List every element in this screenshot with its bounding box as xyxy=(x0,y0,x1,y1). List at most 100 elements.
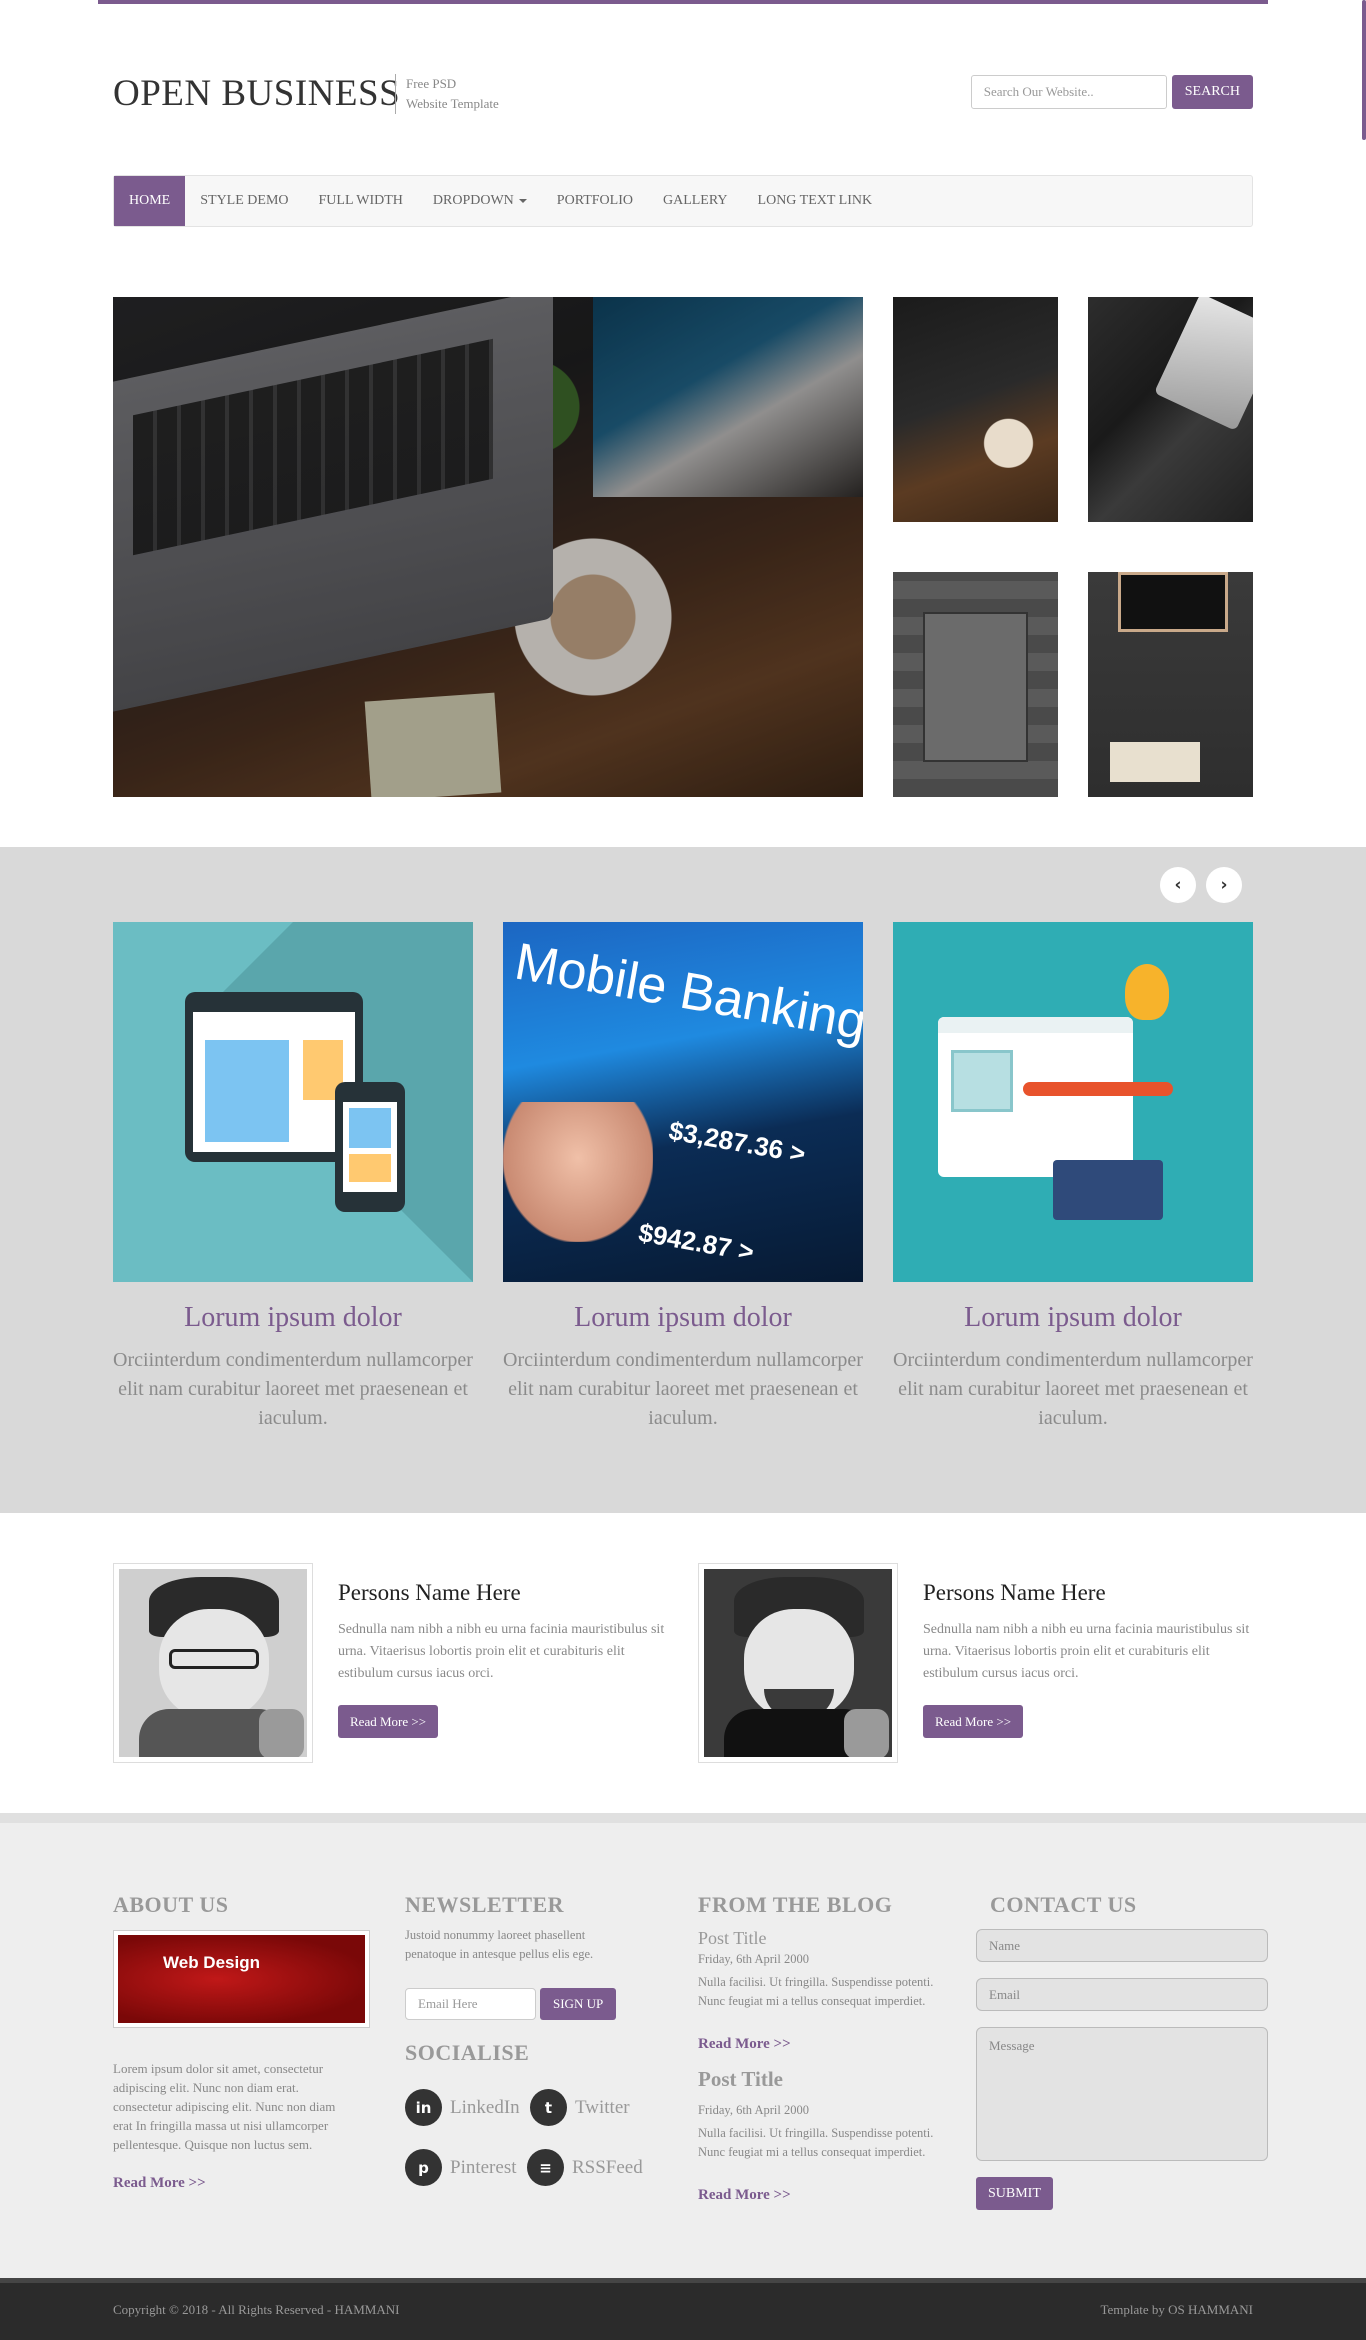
social-link-rss[interactable]: ≡ RSSFeed xyxy=(527,2149,643,2186)
person-read-more-button-2[interactable]: Read More >> xyxy=(923,1705,1024,1738)
amount-1-text: $3,287.36 > xyxy=(666,1115,808,1169)
table-shape xyxy=(923,612,1028,762)
blog-post-title-1[interactable]: Post Title xyxy=(698,1928,767,1949)
socialise-heading: SOCIALISE xyxy=(405,2040,530,2065)
nav-item-dropdown-label: DROPDOWN xyxy=(432,193,514,208)
thumbs-up-icon xyxy=(259,1709,304,1757)
person-read-more-button-1[interactable]: Read More >> xyxy=(338,1705,439,1738)
rss-icon: ≡ xyxy=(527,2149,564,2186)
blog-post-date-1: Friday, 6th April 2000 xyxy=(698,1952,809,1966)
person-text-2: Sednulla nam nibh a nibh eu urna facinia… xyxy=(923,1622,1250,1681)
person-avatar-1 xyxy=(113,1563,313,1763)
search-form: SEARCH xyxy=(970,75,1253,109)
about-image-art: Web Design xyxy=(118,1935,365,2023)
about-heading: ABOUT US xyxy=(113,1892,229,1917)
social-label: LinkedIn xyxy=(450,2096,520,2118)
search-button[interactable]: SEARCH xyxy=(1171,75,1253,109)
nav-item-portfolio[interactable]: PORTFOLIO xyxy=(542,176,648,226)
mobile-banking-text: Mobile Banking xyxy=(510,932,863,1052)
hero-overlay xyxy=(113,297,863,797)
keyboard-shape xyxy=(1053,1160,1163,1220)
newsletter-signup-button[interactable]: SIGN UP xyxy=(540,1988,617,2020)
feature-text-1: Orciinterdum condimenterdum nullamcorper… xyxy=(113,1349,473,1429)
nav-item-full-width[interactable]: FULL WIDTH xyxy=(304,176,418,226)
newsletter-email-input[interactable] xyxy=(405,1988,536,2020)
social-label: RSSFeed xyxy=(572,2156,643,2178)
feature-title-2: Lorum ipsum dolor xyxy=(574,1302,792,1333)
blog-read-more-link-1[interactable]: Read More >> xyxy=(698,2036,791,2053)
image-placeholder-shape xyxy=(951,1050,1013,1112)
browser-bar-shape xyxy=(938,1017,1133,1033)
feature-text-3: Orciinterdum condimenterdum nullamcorper… xyxy=(893,1349,1253,1429)
newsletter-text: Justoid nonummy laoreet phasellent penat… xyxy=(405,1928,594,1961)
contact-name-field[interactable] xyxy=(976,1929,1268,1962)
person-text-1: Sednulla nam nibh a nibh eu urna facinia… xyxy=(338,1622,665,1681)
phone-block-orange xyxy=(349,1154,391,1182)
person-name-1: Persons Name Here xyxy=(338,1580,521,1605)
monitor-shape xyxy=(1118,572,1228,632)
carousel-prev-button[interactable]: ‹ xyxy=(1160,867,1196,903)
social-label: Twitter xyxy=(575,2096,630,2118)
pinterest-icon: p xyxy=(405,2149,442,2186)
main-nav: HOME STYLE DEMO FULL WIDTH DROPDOWN PORT… xyxy=(113,175,1253,227)
about-text: Lorem ipsum dolor sit amet, consectetur … xyxy=(113,2061,336,2152)
social-link-twitter[interactable]: t Twitter xyxy=(530,2089,630,2126)
thumbs-up-icon xyxy=(844,1709,889,1757)
site-tagline: Free PSD Website Template xyxy=(395,74,499,114)
blog-post-text-2: Nulla facilisi. Ut fringilla. Suspendiss… xyxy=(698,2126,934,2159)
nav-item-home[interactable]: HOME xyxy=(114,176,186,226)
screen-block-blue xyxy=(205,1040,289,1142)
about-read-more-link[interactable]: Read More >> xyxy=(113,2175,206,2192)
tagline-line-1: Free PSD xyxy=(406,76,457,91)
feature-image-web-idea[interactable] xyxy=(893,922,1253,1282)
feature-title-1: Lorum ipsum dolor xyxy=(184,1302,402,1333)
contact-message-field[interactable] xyxy=(976,2027,1268,2161)
copyright-text: Copyright © 2018 - All Rights Reserved -… xyxy=(113,2302,400,2317)
social-link-pinterest[interactable]: p Pinterest xyxy=(405,2149,517,2186)
social-label: Pinterest xyxy=(450,2156,517,2178)
pen-shape xyxy=(1023,1082,1173,1096)
linkedin-icon: in xyxy=(405,2089,442,2126)
keyboard-shape xyxy=(1110,742,1200,782)
newsletter-heading: NEWSLETTER xyxy=(405,1892,565,1917)
chevron-right-icon: › xyxy=(1220,875,1228,895)
tagline-line-2: Website Template xyxy=(406,96,499,111)
about-image-text: Web Design xyxy=(163,1953,260,1972)
social-link-linkedin[interactable]: in LinkedIn xyxy=(405,2089,520,2126)
person-avatar-2 xyxy=(698,1563,898,1763)
gallery-thumb-laptop-dark[interactable] xyxy=(1088,297,1253,522)
hero-image-laptop-coffee[interactable] xyxy=(113,297,863,797)
contact-submit-button[interactable]: SUBMIT xyxy=(976,2177,1053,2210)
contact-heading: CONTACT US xyxy=(990,1892,1137,1917)
blog-post-text-1: Nulla facilisi. Ut fringilla. Suspendiss… xyxy=(698,1975,934,2008)
gallery-thumb-desk[interactable] xyxy=(893,297,1058,522)
carousel-next-button[interactable]: › xyxy=(1206,867,1242,903)
caret-down-icon xyxy=(518,199,527,203)
feature-image-responsive[interactable] xyxy=(113,922,473,1282)
blog-post-title-2[interactable]: Post Title xyxy=(698,2067,783,2092)
search-input[interactable] xyxy=(970,75,1167,109)
laptop-shape xyxy=(1153,297,1253,431)
phone-block-blue xyxy=(349,1108,391,1148)
scrollbar-thumb[interactable] xyxy=(1362,0,1366,140)
site-logo[interactable]: OPEN BUSINESS xyxy=(113,72,400,115)
blog-read-more-link-2[interactable]: Read More >> xyxy=(698,2187,791,2204)
feature-title-3: Lorum ipsum dolor xyxy=(964,1302,1182,1333)
contact-email-field[interactable] xyxy=(976,1978,1268,2011)
about-image: Web Design xyxy=(113,1930,370,2028)
blog-heading: FROM THE BLOG xyxy=(698,1892,893,1917)
nav-item-style-demo[interactable]: STYLE DEMO xyxy=(185,176,303,226)
gallery-thumb-meeting[interactable] xyxy=(893,572,1058,797)
template-credit[interactable]: Template by OS HAMMANI xyxy=(1100,2302,1253,2318)
nav-item-gallery[interactable]: GALLERY xyxy=(648,176,743,226)
chevron-left-icon: ‹ xyxy=(1174,875,1182,895)
person-name-2: Persons Name Here xyxy=(923,1580,1106,1605)
lightbulb-icon xyxy=(1125,964,1169,1020)
finger-shape xyxy=(503,1102,653,1242)
glasses-shape xyxy=(169,1649,259,1669)
nav-item-long-text-link[interactable]: LONG TEXT LINK xyxy=(743,176,888,226)
feature-text-2: Orciinterdum condimenterdum nullamcorper… xyxy=(503,1349,863,1429)
feature-image-mobile-banking[interactable]: Mobile Banking $3,287.36 > $942.87 > xyxy=(503,922,863,1282)
gallery-thumb-workspace[interactable] xyxy=(1088,572,1253,797)
nav-item-dropdown[interactable]: DROPDOWN xyxy=(418,176,542,226)
